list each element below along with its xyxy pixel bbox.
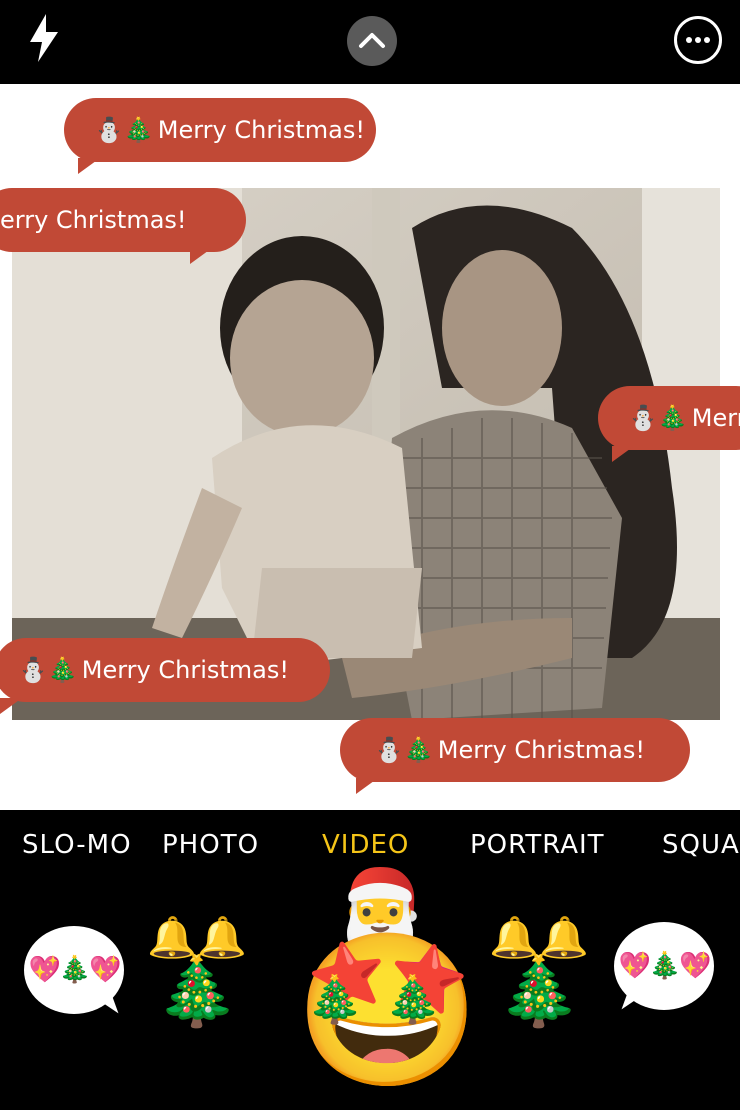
heart-tree-emoji: 💖🎄💖 (618, 951, 711, 981)
christmas-bubble-5: ⛄🎄 Merry Christmas! (340, 718, 690, 794)
snowman-tree-emoji: ⛄🎄 (374, 736, 434, 764)
tree-eye-right-emoji: 🎄 (384, 972, 442, 1026)
chevron-up-icon[interactable] (347, 16, 397, 66)
flash-icon[interactable] (24, 12, 64, 64)
christmas-tree-sticker[interactable]: 🔔🔔 🎄 (142, 892, 252, 1052)
mode-square[interactable]: SQUA (662, 830, 740, 860)
star-struck-santa-sticker[interactable]: 🎅 🤩 🎄 🎄 (276, 870, 481, 1102)
heart-tree-speech-sticker-right[interactable]: 💖🎄💖 (614, 922, 714, 1017)
christmas-tree-sticker-right[interactable]: 🔔🔔 🎄 (484, 892, 594, 1052)
christmas-bubble-3: ⛄🎄 Merr (598, 386, 740, 462)
mode-video[interactable]: VIDEO (322, 830, 409, 860)
bubble-text: Merry Christmas! (157, 116, 366, 144)
snowman-tree-emoji: ⛄🎄 (18, 656, 78, 684)
christmas-bubble-2: erry Christmas! (0, 188, 246, 264)
bubble-text: Merry Christmas! (437, 736, 646, 764)
mode-portrait[interactable]: PORTRAIT (470, 830, 605, 860)
camera-viewfinder[interactable]: ⛄🎄 Merry Christmas! erry Christmas! ⛄🎄 M… (0, 84, 740, 810)
bubble-text: Merr (691, 404, 740, 432)
bubble-text: erry Christmas! (0, 206, 187, 234)
top-bar (0, 0, 740, 84)
heart-tree-speech-sticker[interactable]: 💖🎄💖 (24, 926, 124, 1021)
christmas-bubble-1: ⛄🎄 Merry Christmas! (64, 98, 376, 174)
more-options-icon[interactable] (674, 16, 722, 64)
snowman-tree-emoji: ⛄🎄 (628, 404, 688, 432)
christmas-tree-emoji: 🎄 (154, 952, 240, 1031)
mode-slo-mo[interactable]: SLO-MO (22, 830, 132, 860)
mode-photo[interactable]: PHOTO (162, 830, 259, 860)
camera-controls: SLO-MO PHOTO VIDEO PORTRAIT SQUA 💖🎄💖 🔔🔔 … (0, 810, 740, 1110)
christmas-bubble-4: ⛄🎄 Merry Christmas! (0, 638, 330, 714)
tree-eye-left-emoji: 🎄 (306, 972, 364, 1026)
bubble-text: Merry Christmas! (81, 656, 290, 684)
heart-tree-emoji: 💖🎄💖 (28, 955, 121, 985)
christmas-tree-emoji: 🎄 (496, 952, 582, 1031)
snowman-tree-emoji: ⛄🎄 (94, 116, 154, 144)
